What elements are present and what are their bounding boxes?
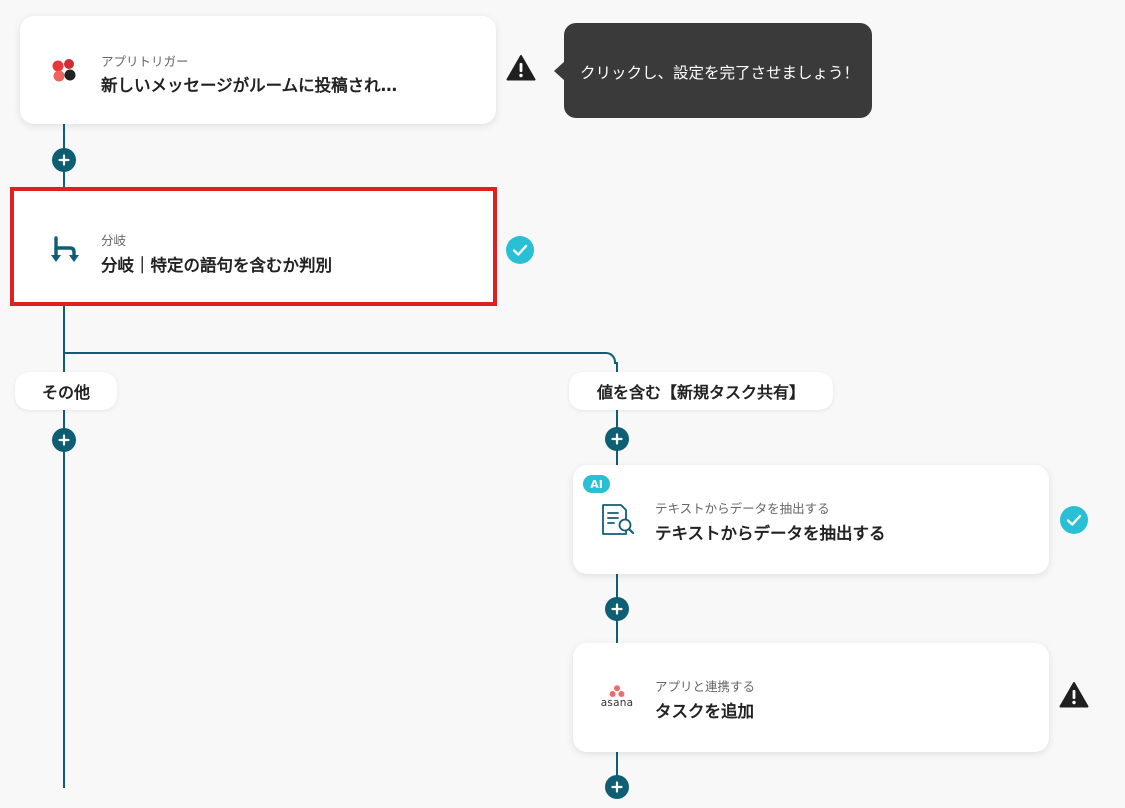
extract-title: テキストからデータを抽出する [655, 524, 886, 543]
branch-title: 分岐｜特定の語句を含むか判別 [101, 256, 332, 275]
branch-icon [50, 235, 82, 267]
warning-icon [506, 54, 536, 82]
extract-sub-label: テキストからデータを抽出する [655, 501, 830, 516]
plus-icon [611, 781, 623, 793]
check-icon [1060, 506, 1088, 534]
tooltip-arrow [554, 61, 565, 81]
add-step-button[interactable] [605, 427, 629, 451]
asana-logo-text: asana [600, 697, 634, 709]
chatwork-logo-icon [49, 56, 79, 86]
asana-step-card[interactable]: asana アプリと連携する タスクを追加 [573, 643, 1049, 752]
check-icon [506, 236, 534, 264]
asana-title: タスクを追加 [655, 702, 754, 721]
plus-icon [611, 603, 623, 615]
plus-icon [58, 154, 70, 166]
trigger-card[interactable]: アプリトリガー 新しいメッセージがルームに投稿され… [20, 16, 496, 124]
asana-sub-label: アプリと連携する [655, 679, 756, 694]
connector-line [63, 352, 606, 354]
branch-sub-label: 分岐 [101, 233, 127, 248]
setup-tooltip: クリックし、設定を完了させましょう！ [554, 23, 872, 118]
document-search-icon [600, 502, 636, 538]
asana-logo-icon: asana [597, 685, 637, 715]
add-step-button[interactable] [605, 775, 629, 799]
add-step-button[interactable] [52, 148, 76, 172]
branch-label-contains[interactable]: 値を含む【新規タスク共有】 [569, 372, 833, 410]
branch-step-card[interactable]: 分岐 分岐｜特定の語句を含むか判別 [10, 187, 497, 306]
extract-step-card[interactable]: テキストからデータを抽出する テキストからデータを抽出する [573, 465, 1049, 574]
trigger-title: 新しいメッセージがルームに投稿され… [101, 76, 398, 95]
warning-icon [1059, 681, 1089, 709]
add-step-button[interactable] [605, 597, 629, 621]
plus-icon [611, 433, 623, 445]
tooltip-text: クリックし、設定を完了させましょう！ [580, 64, 860, 82]
branch-label-other[interactable]: その他 [15, 372, 117, 410]
add-step-button[interactable] [52, 428, 76, 452]
workflow-canvas: アプリトリガー 新しいメッセージがルームに投稿され… クリックし、設定を完了させ… [0, 0, 1125, 808]
ai-badge: AI [583, 475, 610, 493]
connector-corner [604, 352, 616, 364]
plus-icon [58, 434, 70, 446]
trigger-sub-label: アプリトリガー [101, 54, 189, 69]
